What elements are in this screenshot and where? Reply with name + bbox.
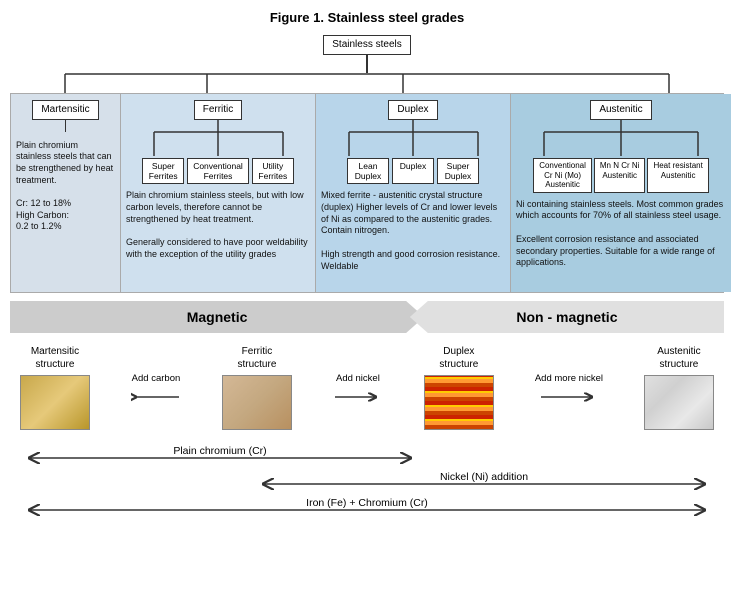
duplex-node: Duplex: [388, 100, 437, 120]
col-austenitic: Austenitic ConventionalCr Ni (Mo)Austeni…: [511, 94, 731, 292]
austenitic-node: Austenitic: [590, 100, 651, 120]
ferritic-image: [222, 375, 292, 430]
duplex-desc: Mixed ferrite - austenitic crystal struc…: [321, 190, 505, 272]
martensitic-node: Martensitic: [32, 100, 98, 120]
plain-chromium-row: Plain chromium (Cr): [20, 440, 714, 462]
add-nickel-arrow: Add nickel: [333, 373, 383, 406]
iron-chromium-arrow: Iron (Fe) + Chromium (Cr): [20, 492, 714, 514]
nickel-addition-arrow: Nickel (Ni) addition: [254, 466, 714, 488]
ferritic-sub-nodes: SuperFerrites ConventionalFerrites Utili…: [142, 158, 294, 184]
ferritic-desc: Plain chromium stainless steels, but wit…: [126, 190, 310, 260]
svg-text:Nickel (Ni) addition: Nickel (Ni) addition: [440, 471, 528, 483]
magnetic-arrow: Magnetic: [10, 301, 424, 333]
right-arrow-icon: [333, 388, 383, 406]
bottom-arrows-section: Plain chromium (Cr) Nickel (Ni) addition…: [10, 440, 724, 514]
utility-ferrites-node: UtilityFerrites: [252, 158, 294, 184]
plain-chromium-arrow: Plain chromium (Cr): [20, 440, 420, 462]
add-carbon-arrow: Add carbon: [131, 373, 181, 406]
svg-text:Plain chromium (Cr): Plain chromium (Cr): [173, 445, 266, 457]
svg-text:Iron (Fe) + Chromium (Cr): Iron (Fe) + Chromium (Cr): [306, 497, 428, 509]
martensitic-structure: Martensiticstructure: [20, 345, 90, 430]
martensitic-desc: Plain chromium stainless steels that can…: [16, 140, 115, 234]
ferritic-connector: [126, 120, 311, 156]
non-magnetic-label: Non - magnetic: [516, 309, 617, 325]
martensitic-image: [20, 375, 90, 430]
super-ferrites-node: SuperFerrites: [142, 158, 184, 184]
structures-section: Martensiticstructure Add carbon Ferritic…: [10, 345, 724, 430]
left-arrow-icon: [131, 388, 181, 406]
duplex-sub-nodes: LeanDuplex Duplex SuperDuplex: [347, 158, 479, 184]
magnetic-label: Magnetic: [187, 309, 248, 325]
duplex-structure: Duplexstructure: [424, 345, 494, 430]
austenitic-desc: Ni containing stainless steels. Most com…: [516, 199, 726, 269]
ferritic-node: Ferritic: [194, 100, 243, 120]
right-arrow-2-icon: [539, 388, 599, 406]
super-duplex-node: SuperDuplex: [437, 158, 479, 184]
page-title: Figure 1. Stainless steel grades: [10, 10, 724, 25]
tree-connector-top: [10, 73, 724, 93]
conventional-austenitic-node: ConventionalCr Ni (Mo)Austenitic: [533, 158, 592, 193]
mn-n-cr-ni-node: Mn N Cr NiAustenitic: [594, 158, 646, 193]
non-magnetic-arrow: Non - magnetic: [410, 301, 724, 333]
iron-chromium-row: Iron (Fe) + Chromium (Cr): [20, 492, 714, 514]
austenitic-image: [644, 375, 714, 430]
austenitic-structure: Austeniticstructure: [644, 345, 714, 430]
conventional-ferrites-node: ConventionalFerrites: [187, 158, 249, 184]
add-more-nickel-arrow: Add more nickel: [535, 373, 603, 406]
duplex-connector: [321, 120, 506, 156]
root-node: Stainless steels: [323, 35, 410, 55]
col-duplex: Duplex LeanDuplex Duplex SuperDuplex Mix…: [316, 94, 511, 292]
nickel-addition-row: Nickel (Ni) addition: [20, 466, 714, 488]
col-ferritic: Ferritic SuperFerrites ConventionalFerri…: [121, 94, 316, 292]
heat-resistant-node: Heat resistantAustenitic: [647, 158, 708, 193]
col-martensitic: Martensitic Plain chromium stainless ste…: [11, 94, 121, 292]
lean-duplex-node: LeanDuplex: [347, 158, 389, 184]
duplex-image: [424, 375, 494, 430]
ferritic-structure: Ferriticstructure: [222, 345, 292, 430]
austenitic-sub-nodes: ConventionalCr Ni (Mo)Austenitic Mn N Cr…: [516, 158, 726, 193]
duplex-sub-node: Duplex: [392, 158, 434, 184]
austenitic-connector: [516, 120, 726, 156]
arrow-banner: Magnetic Non - magnetic: [10, 301, 724, 335]
